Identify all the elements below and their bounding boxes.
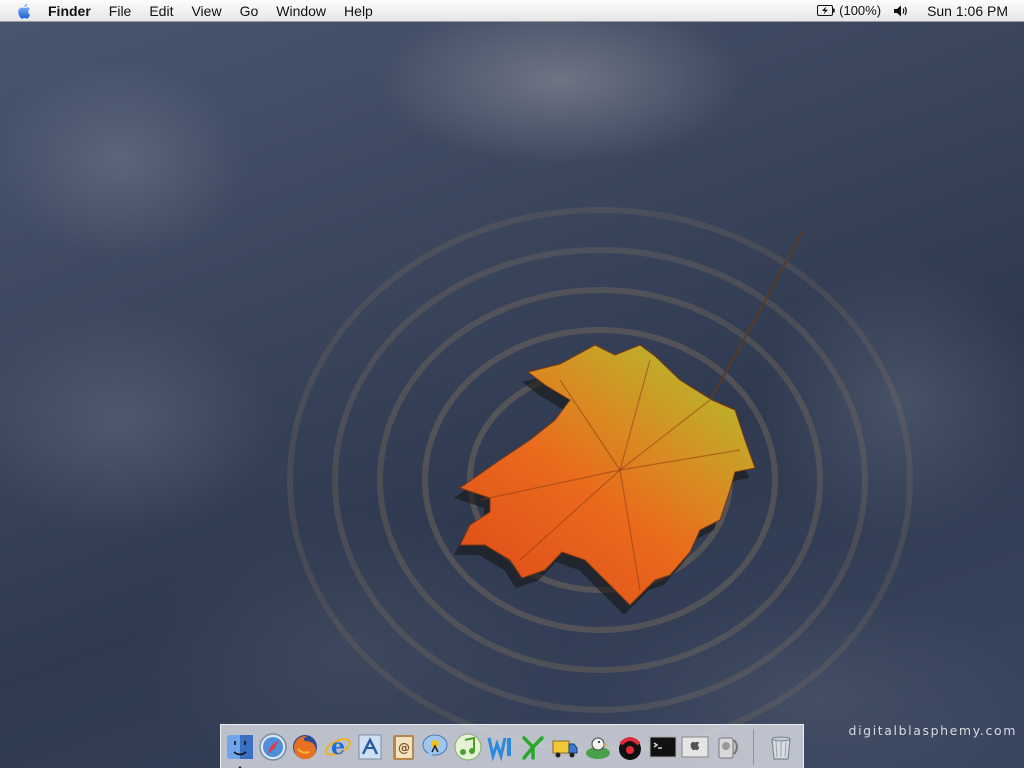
network-tool-icon [521, 735, 544, 760]
watermark: digitalblasphemy.com [848, 723, 1017, 738]
maple-leaf [454, 344, 756, 615]
terminal-icon [649, 736, 676, 757]
speaker-icon[interactable] [893, 4, 909, 18]
itunes-icon [454, 733, 481, 760]
system-apple-icon [681, 736, 709, 757]
dock-terminal[interactable] [648, 731, 678, 763]
battery-charging-icon [817, 5, 835, 16]
ichat-icon [422, 734, 448, 759]
dock-system-preferences[interactable] [680, 731, 710, 763]
duck-icon [585, 737, 610, 759]
menu-finder[interactable]: Finder [46, 0, 100, 22]
menu-clock[interactable]: Sun 1:06 PM [927, 3, 1008, 19]
desktop[interactable]: Finder File Edit View Go Window Help (10… [0, 0, 1024, 768]
menu-help[interactable]: Help [335, 0, 382, 22]
dock-trash[interactable] [766, 731, 796, 763]
dock-firefox[interactable] [290, 731, 320, 763]
mail-stamp-icon [358, 734, 382, 759]
firefox-icon [293, 734, 317, 759]
utility-icon [619, 736, 641, 760]
finder-icon [227, 734, 253, 759]
safari-compass-icon [258, 732, 287, 761]
dock-mail[interactable] [355, 731, 385, 763]
dock-web-editor[interactable] [485, 731, 515, 763]
menu-bar: Finder File Edit View Go Window Help (10… [0, 0, 1024, 22]
svg-text:@: @ [398, 741, 410, 755]
transmit-truck-icon [552, 740, 578, 757]
menu-file[interactable]: File [100, 0, 141, 22]
dock-address-book[interactable]: @ [388, 731, 418, 763]
dock-separator [753, 728, 754, 765]
dock-transmit[interactable] [550, 731, 580, 763]
dock-cyberduck[interactable] [583, 731, 613, 763]
menu-view[interactable]: View [182, 0, 230, 22]
web-editor-icon [487, 737, 511, 762]
battery-percentage: (100%) [839, 3, 882, 18]
battery-status[interactable]: (100%) [817, 3, 881, 18]
menu-extras: (100%) Sun 1:06 PM [817, 3, 1024, 19]
dock: e @ [220, 724, 804, 768]
dock-itunes[interactable] [453, 731, 483, 763]
svg-text:e: e [331, 734, 345, 760]
dock-disk-tool[interactable] [713, 731, 743, 763]
address-book-icon: @ [392, 734, 414, 760]
dock-ichat[interactable] [420, 731, 450, 763]
apple-icon[interactable] [16, 2, 34, 20]
menu-go[interactable]: Go [231, 0, 268, 22]
dock-network-tool[interactable] [518, 731, 548, 763]
disk-tool-icon [718, 737, 738, 758]
dock-finder[interactable] [225, 731, 255, 768]
trash-icon [771, 736, 791, 760]
internet-explorer-icon: e [324, 734, 351, 760]
dock-safari[interactable] [258, 731, 288, 763]
menu-window[interactable]: Window [267, 0, 335, 22]
dock-internet-explorer[interactable]: e [323, 731, 353, 763]
menu-edit[interactable]: Edit [140, 0, 182, 22]
dock-utility[interactable] [615, 731, 645, 763]
